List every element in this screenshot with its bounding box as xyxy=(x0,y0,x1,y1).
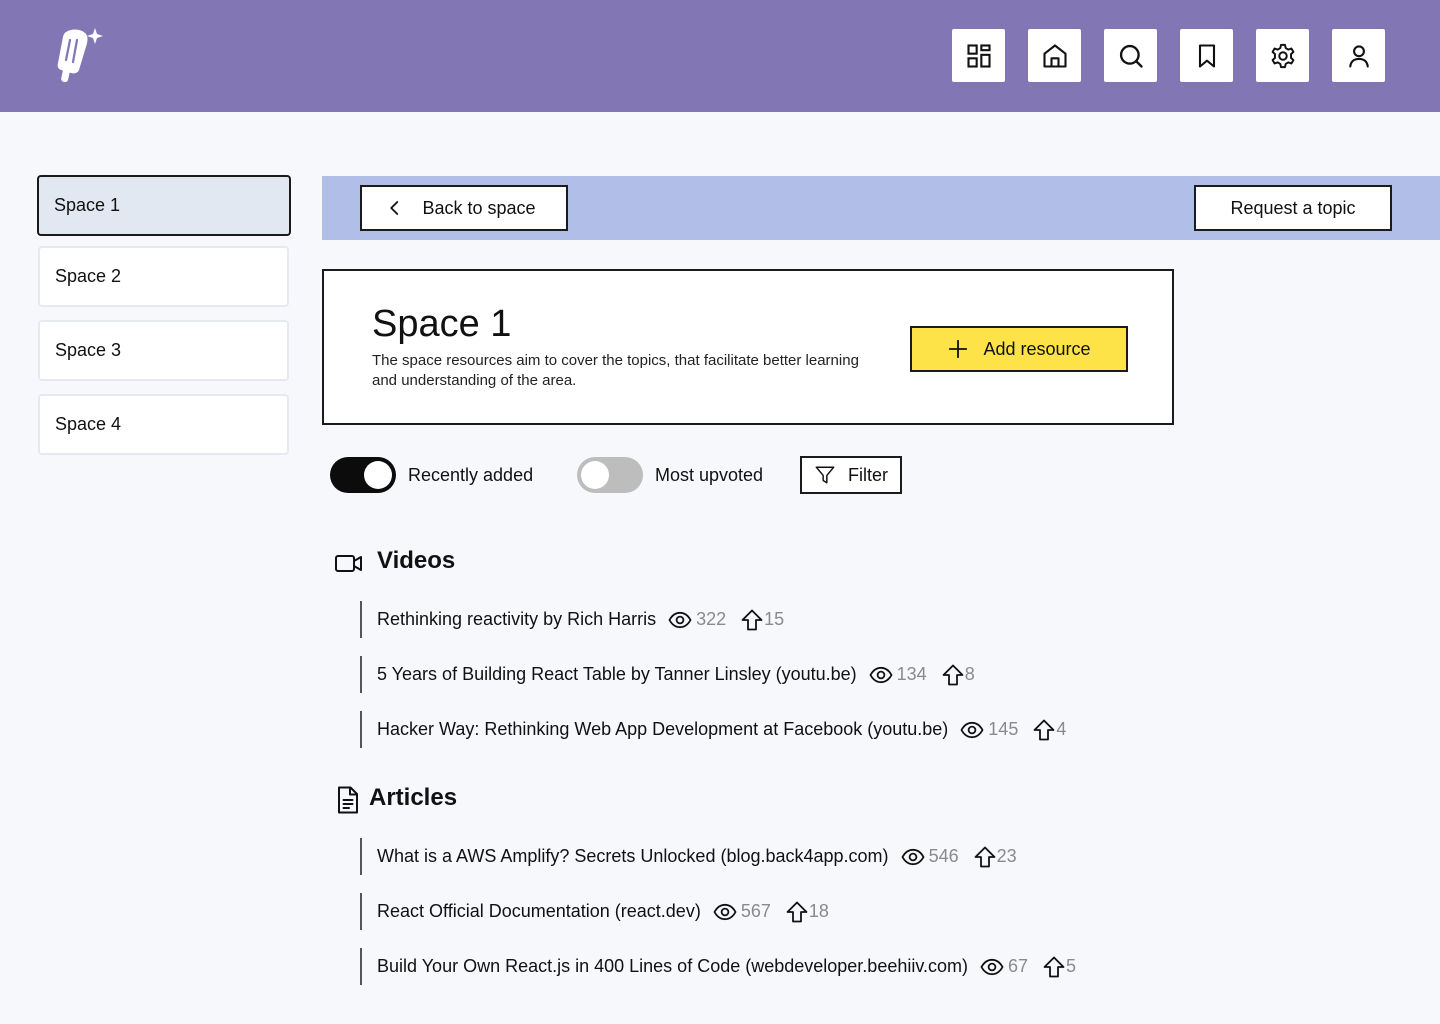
articles-section-title: Articles xyxy=(369,784,458,811)
resource-link[interactable]: Hacker Way: Rethinking Web App Developme… xyxy=(377,719,948,740)
list-item: What is a AWS Amplify? Secrets Unlocked … xyxy=(360,838,1017,875)
sidebar-item-space-1[interactable]: Space 1 xyxy=(37,175,291,236)
popsicle-sparkle-logo-icon[interactable] xyxy=(52,26,104,84)
upvote-count-value: 23 xyxy=(996,846,1017,866)
bookmark-icon xyxy=(1198,43,1215,68)
resource-link[interactable]: What is a AWS Amplify? Secrets Unlocked … xyxy=(377,846,889,867)
eye-icon xyxy=(960,721,984,738)
resource-link[interactable]: 5 Years of Building React Table by Tanne… xyxy=(377,664,857,685)
view-count-value: 567 xyxy=(740,901,771,921)
video-camera-icon xyxy=(335,555,362,572)
upvote-count-value: 5 xyxy=(1066,956,1077,976)
list-item: React Official Documentation (react.dev)… xyxy=(360,893,829,930)
top-navigation-bar xyxy=(0,0,1440,112)
filter-label: Filter xyxy=(848,464,888,485)
upvote-count: 23 xyxy=(973,845,1017,869)
space-title: Space 1 xyxy=(372,303,512,345)
view-count: 567 xyxy=(713,900,771,924)
eye-icon xyxy=(869,666,893,683)
home-button[interactable] xyxy=(1028,29,1081,82)
view-count-value: 67 xyxy=(1008,956,1029,976)
upvote-count-value: 8 xyxy=(964,664,975,684)
upvote-count: 15 xyxy=(740,608,784,632)
space-description: The space resources aim to cover the top… xyxy=(372,352,859,389)
recently-added-toggle[interactable] xyxy=(330,457,396,493)
sidebar-item-label: Space 3 xyxy=(55,340,122,360)
view-count-value: 145 xyxy=(988,719,1019,739)
search-button[interactable] xyxy=(1104,29,1157,82)
upvote-arrow-icon[interactable] xyxy=(941,663,965,687)
most-upvoted-label: Most upvoted xyxy=(655,465,764,485)
list-item: 5 Years of Building React Table by Tanne… xyxy=(360,656,975,693)
settings-icon xyxy=(1271,43,1294,68)
sidebar-item-label: Space 4 xyxy=(55,414,122,434)
upvote-arrow-icon[interactable] xyxy=(1042,955,1066,979)
toggle-knob xyxy=(581,461,609,489)
upvote-count-value: 15 xyxy=(764,609,785,629)
sidebar-item-space-3[interactable]: Space 3 xyxy=(38,320,289,381)
sidebar-item-label: Space 2 xyxy=(55,266,122,286)
add-resource-button[interactable]: Add resource xyxy=(910,326,1128,372)
view-count: 145 xyxy=(960,718,1018,742)
back-to-space-label: Back to space xyxy=(422,197,536,218)
filter-icon xyxy=(815,466,835,484)
dashboard-icon xyxy=(966,43,991,68)
user-profile-button[interactable] xyxy=(1332,29,1385,82)
view-count-value: 134 xyxy=(896,664,927,684)
space-info-card: Space 1 The space resources aim to cover… xyxy=(322,269,1174,425)
list-item: Rethinking reactivity by Rich Harris 322… xyxy=(360,601,784,638)
list-item: Hacker Way: Rethinking Web App Developme… xyxy=(360,711,1066,748)
sidebar-item-space-2[interactable]: Space 2 xyxy=(38,246,289,307)
view-count: 546 xyxy=(901,845,959,869)
most-upvoted-toggle[interactable] xyxy=(577,457,643,493)
eye-icon xyxy=(713,903,737,920)
upvote-count: 5 xyxy=(1042,955,1076,979)
plus-icon xyxy=(949,339,968,359)
home-icon xyxy=(1042,43,1067,68)
view-count-value: 322 xyxy=(696,609,727,629)
sidebar-item-label: Space 1 xyxy=(54,195,121,215)
view-count: 67 xyxy=(980,955,1028,979)
add-resource-label: Add resource xyxy=(983,338,1091,359)
request-topic-label: Request a topic xyxy=(1230,197,1356,218)
settings-button[interactable] xyxy=(1256,29,1309,82)
upvote-count: 8 xyxy=(941,663,975,687)
document-icon xyxy=(338,786,358,814)
view-count: 134 xyxy=(869,663,927,687)
upvote-arrow-icon[interactable] xyxy=(740,608,764,632)
user-icon xyxy=(1348,44,1369,68)
chevron-left-icon xyxy=(390,201,399,215)
toggle-knob xyxy=(364,461,392,489)
upvote-arrow-icon[interactable] xyxy=(1032,718,1056,742)
filter-button[interactable]: Filter xyxy=(800,456,902,494)
list-item: Build Your Own React.js in 400 Lines of … xyxy=(360,948,1076,985)
resource-link[interactable]: Rethinking reactivity by Rich Harris xyxy=(377,609,656,630)
search-icon xyxy=(1119,44,1143,68)
upvote-arrow-icon[interactable] xyxy=(785,900,809,924)
request-topic-button[interactable]: Request a topic xyxy=(1194,185,1392,231)
upvote-count-value: 4 xyxy=(1056,719,1067,739)
upvote-count: 4 xyxy=(1032,718,1066,742)
eye-icon xyxy=(901,848,925,865)
bookmark-button[interactable] xyxy=(1180,29,1233,82)
upvote-count-value: 18 xyxy=(808,901,829,921)
view-count-value: 546 xyxy=(928,846,959,866)
view-count: 322 xyxy=(668,608,726,632)
resource-link[interactable]: React Official Documentation (react.dev) xyxy=(377,901,701,922)
eye-icon xyxy=(668,611,692,628)
back-to-space-button[interactable]: Back to space xyxy=(360,185,568,231)
eye-icon xyxy=(980,958,1004,975)
dashboard-button[interactable] xyxy=(952,29,1005,82)
upvote-arrow-icon[interactable] xyxy=(973,845,997,869)
recently-added-label: Recently added xyxy=(408,465,534,485)
resource-link[interactable]: Build Your Own React.js in 400 Lines of … xyxy=(377,956,968,977)
sidebar-item-space-4[interactable]: Space 4 xyxy=(38,394,289,455)
videos-section-title: Videos xyxy=(377,547,456,574)
upvote-count: 18 xyxy=(785,900,829,924)
